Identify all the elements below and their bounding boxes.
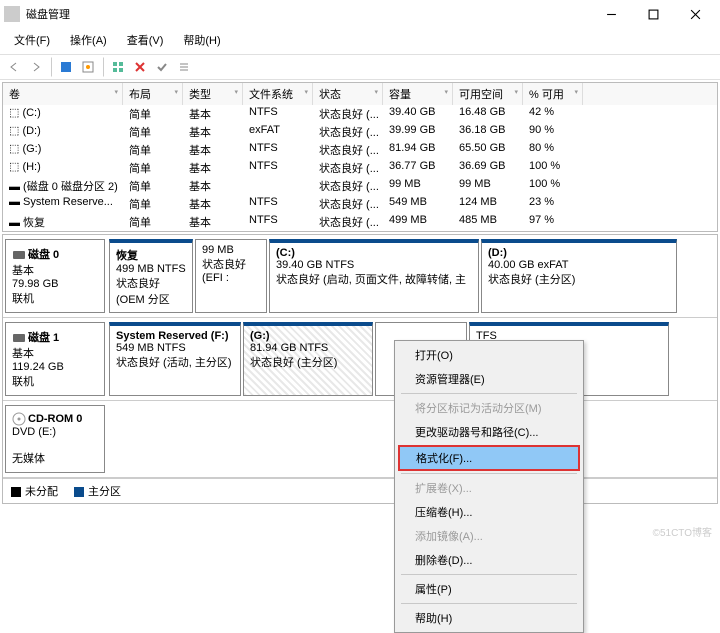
ctx-addmirror: 添加镜像(A)... <box>397 524 581 548</box>
ctx-properties[interactable]: 属性(P) <box>397 577 581 601</box>
partition-block[interactable]: (D:)40.00 GB exFAT状态良好 (主分区) <box>481 239 677 313</box>
cdrom-icon <box>12 412 26 426</box>
col-header[interactable]: 文件系统 <box>243 83 313 105</box>
volume-row[interactable]: ⬚ (D:)简单基本exFAT状态良好 (...39.99 GB36.18 GB… <box>3 123 717 141</box>
col-header[interactable]: 状态 <box>313 83 383 105</box>
titlebar: 磁盘管理 <box>0 0 720 28</box>
ctx-shrink[interactable]: 压缩卷(H)... <box>397 500 581 524</box>
ctx-mark-active: 将分区标记为活动分区(M) <box>397 396 581 420</box>
context-menu: 打开(O) 资源管理器(E) 将分区标记为活动分区(M) 更改驱动器号和路径(C… <box>394 340 584 633</box>
col-header[interactable]: 可用空间 <box>453 83 523 105</box>
menu-action[interactable]: 操作(A) <box>66 30 111 50</box>
partition-block[interactable]: (G:)81.94 GB NTFS状态良好 (主分区) <box>243 322 373 396</box>
disk-info[interactable]: CD-ROM 0DVD (E:)无媒体 <box>5 405 105 473</box>
ctx-open[interactable]: 打开(O) <box>397 343 581 367</box>
col-header[interactable]: 布局 <box>123 83 183 105</box>
forward-icon[interactable] <box>26 57 46 77</box>
delete-icon[interactable] <box>130 57 150 77</box>
disk-icon <box>12 331 26 345</box>
col-header[interactable]: 容量 <box>383 83 453 105</box>
menubar: 文件(F) 操作(A) 查看(V) 帮助(H) <box>0 28 720 54</box>
ctx-format[interactable]: 格式化(F)... <box>398 445 580 471</box>
disk-graphical-view: 磁盘 0基本79.98 GB联机恢复499 MB NTFS状态良好 (OEM 分… <box>2 234 718 504</box>
list-icon[interactable] <box>174 57 194 77</box>
col-header[interactable]: 类型 <box>183 83 243 105</box>
disk-info[interactable]: 磁盘 1基本119.24 GB联机 <box>5 322 105 396</box>
minimize-button[interactable] <box>590 2 632 26</box>
ctx-explorer[interactable]: 资源管理器(E) <box>397 367 581 391</box>
ctx-delete[interactable]: 删除卷(D)... <box>397 548 581 572</box>
volume-row[interactable]: ⬚ (H:)简单基本NTFS状态良好 (...36.77 GB36.69 GB1… <box>3 159 717 177</box>
menu-file[interactable]: 文件(F) <box>10 30 54 50</box>
toolbar <box>0 54 720 80</box>
maximize-button[interactable] <box>632 2 674 26</box>
disk-row: CD-ROM 0DVD (E:)无媒体 <box>3 401 717 478</box>
refresh-icon[interactable] <box>56 57 76 77</box>
disk-icon <box>12 248 26 262</box>
partition-block[interactable]: System Reserved (F:)549 MB NTFS状态良好 (活动,… <box>109 322 241 396</box>
partition-block[interactable]: 99 MB状态良好 (EFI : <box>195 239 267 313</box>
volume-row[interactable]: ⬚ (G:)简单基本NTFS状态良好 (...81.94 GB65.50 GB8… <box>3 141 717 159</box>
ctx-change-letter[interactable]: 更改驱动器号和路径(C)... <box>397 420 581 444</box>
col-header[interactable]: 卷 <box>3 83 123 105</box>
volume-row[interactable]: ▬ 恢复简单基本NTFS状态良好 (...499 MB485 MB97 % <box>3 213 717 231</box>
legend-primary: 主分区 <box>88 486 121 498</box>
ctx-extend: 扩展卷(X)... <box>397 476 581 500</box>
watermark: ©51CTO博客 <box>653 524 712 539</box>
disk-row: 磁盘 1基本119.24 GB联机System Reserved (F:)549… <box>3 318 717 401</box>
disk-info[interactable]: 磁盘 0基本79.98 GB联机 <box>5 239 105 313</box>
props-icon[interactable] <box>78 57 98 77</box>
ctx-help[interactable]: 帮助(H) <box>397 606 581 630</box>
col-header[interactable]: % 可用 <box>523 83 583 105</box>
volume-list[interactable]: 卷布局类型文件系统状态容量可用空间% 可用 ⬚ (C:)简单基本NTFS状态良好… <box>2 82 718 232</box>
app-icon <box>4 6 20 22</box>
back-icon[interactable] <box>4 57 24 77</box>
legend: 未分配 主分区 <box>3 478 717 503</box>
grid-icon[interactable] <box>108 57 128 77</box>
volume-row[interactable]: ▬ (磁盘 0 磁盘分区 2)简单基本状态良好 (...99 MB99 MB10… <box>3 177 717 195</box>
volume-row[interactable]: ▬ System Reserve...简单基本NTFS状态良好 (...549 … <box>3 195 717 213</box>
menu-help[interactable]: 帮助(H) <box>179 30 224 50</box>
disk-row: 磁盘 0基本79.98 GB联机恢复499 MB NTFS状态良好 (OEM 分… <box>3 235 717 318</box>
menu-view[interactable]: 查看(V) <box>123 30 168 50</box>
legend-unalloc: 未分配 <box>25 486 58 498</box>
close-button[interactable] <box>674 2 716 26</box>
partition-block[interactable]: 恢复499 MB NTFS状态良好 (OEM 分区 <box>109 239 193 313</box>
check-icon[interactable] <box>152 57 172 77</box>
volume-row[interactable]: ⬚ (C:)简单基本NTFS状态良好 (...39.40 GB16.48 GB4… <box>3 105 717 123</box>
partition-block[interactable]: (C:)39.40 GB NTFS状态良好 (启动, 页面文件, 故障转储, 主 <box>269 239 479 313</box>
window-title: 磁盘管理 <box>26 6 590 22</box>
